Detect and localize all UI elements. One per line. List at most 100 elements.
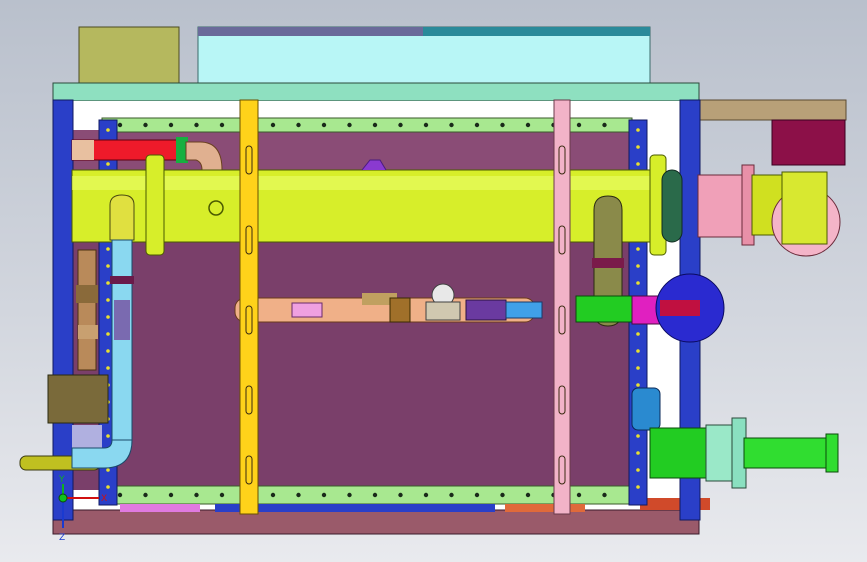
green-outlet-stub [575, 295, 637, 323]
rail-bolt [398, 492, 403, 498]
base-pink-strip [120, 504, 200, 512]
post-bolt [106, 281, 110, 285]
post-bolt [636, 349, 640, 353]
lower-outlet-end [825, 433, 839, 473]
red-pipe-endcap [72, 140, 94, 160]
post-bolt [636, 366, 640, 370]
rail-bolt [143, 492, 148, 498]
post-bolt [106, 366, 110, 370]
pink-strap [553, 99, 571, 515]
lower-green-body [649, 427, 711, 479]
manifold-blue-coupling [505, 301, 543, 319]
cabinet-top-edge-right [423, 27, 650, 36]
rail-bolt [321, 492, 327, 498]
riser-clamp [110, 276, 134, 284]
rail-bolt [143, 122, 148, 128]
rail-bolt [449, 492, 454, 498]
bracket-arm [699, 99, 847, 121]
rail-bolt [168, 492, 174, 498]
manifold-label-plate [291, 302, 323, 318]
rail-bolt [449, 122, 454, 128]
post-bolt [106, 332, 110, 336]
blower-mount-plate [781, 171, 828, 245]
rail-bolt [372, 122, 378, 128]
rail-bolt [270, 122, 276, 128]
rail-bolt [423, 122, 429, 128]
rail-bolt [576, 492, 582, 498]
post-bolt [106, 264, 110, 268]
left-junction-box [47, 374, 109, 424]
rail-bolt [525, 122, 531, 128]
top-equipment[interactable] [78, 26, 651, 84]
post-bolt [636, 332, 640, 336]
post-bolt [106, 298, 110, 302]
motor-block [771, 119, 846, 166]
post-bolt [106, 349, 110, 353]
post-bolt [636, 128, 640, 132]
rail-bolt [500, 492, 505, 498]
rail-bolt [321, 122, 327, 128]
manifold-purple-valve [465, 299, 507, 321]
blue-flange-core [660, 300, 700, 316]
left-valve-stem [77, 249, 97, 371]
rail-bolt [602, 492, 607, 498]
olive-control-box [78, 26, 180, 84]
rail-bolt [347, 122, 352, 128]
post-bolt [636, 281, 640, 285]
triad-origin [58, 493, 68, 503]
base-frame [52, 509, 700, 535]
rail-bolt [372, 492, 378, 498]
post-bolt [636, 451, 640, 455]
yellow-strap [239, 99, 259, 515]
rail-bolt [194, 122, 199, 128]
u-bend-clamp [592, 258, 624, 268]
post-bolt [106, 162, 110, 166]
post-bolt [636, 264, 640, 268]
rail-bolt [296, 122, 301, 128]
rail-bolt [117, 492, 123, 498]
header-end-cap [661, 169, 683, 243]
cabinet-top-edge-left [198, 27, 423, 36]
right-pink-outlet[interactable] [697, 164, 841, 257]
post-bolt [636, 383, 640, 387]
cad-viewport[interactable]: X Y Z [0, 0, 867, 562]
post-bolt [106, 485, 110, 489]
rail-bolt [270, 492, 276, 498]
post-bolt [106, 434, 110, 438]
rail-bolt [347, 492, 352, 498]
base-orange-strip [505, 504, 585, 512]
gauge-body [425, 301, 461, 321]
rail-bolt [500, 122, 505, 128]
top-plate [52, 82, 700, 102]
lower-blue-fitting [631, 387, 661, 431]
rail-bolt [398, 122, 403, 128]
post-bolt [636, 145, 640, 149]
rail-bolt [576, 122, 582, 128]
manifold-valve [389, 297, 411, 323]
rail-bolt [168, 122, 174, 128]
model-canvas[interactable]: X Y Z [0, 0, 867, 562]
rail-bolt [117, 122, 123, 128]
triad-x-label: X [101, 494, 107, 504]
lower-outlet-pipe [743, 437, 835, 469]
rail-bolt [602, 122, 607, 128]
riser-sensor [114, 300, 130, 340]
header-flange-left [145, 154, 165, 256]
post-bolt [636, 247, 640, 251]
left-valve-coupling [78, 325, 98, 339]
rail-bolt [474, 122, 480, 128]
rail-bolt [296, 492, 301, 498]
post-bolt [106, 315, 110, 319]
post-bolt [636, 468, 640, 472]
rail-bolt [423, 492, 429, 498]
post-bolt [636, 434, 640, 438]
right-bracket-group[interactable] [699, 99, 847, 166]
left-valve-body [76, 285, 98, 303]
rail-bolt [525, 492, 531, 498]
post-bolt [106, 468, 110, 472]
rail-bolt [474, 492, 480, 498]
main-header-pipe[interactable] [71, 154, 683, 256]
rail-bolt [219, 122, 225, 128]
rail-bolt [219, 492, 225, 498]
post-bolt [636, 485, 640, 489]
